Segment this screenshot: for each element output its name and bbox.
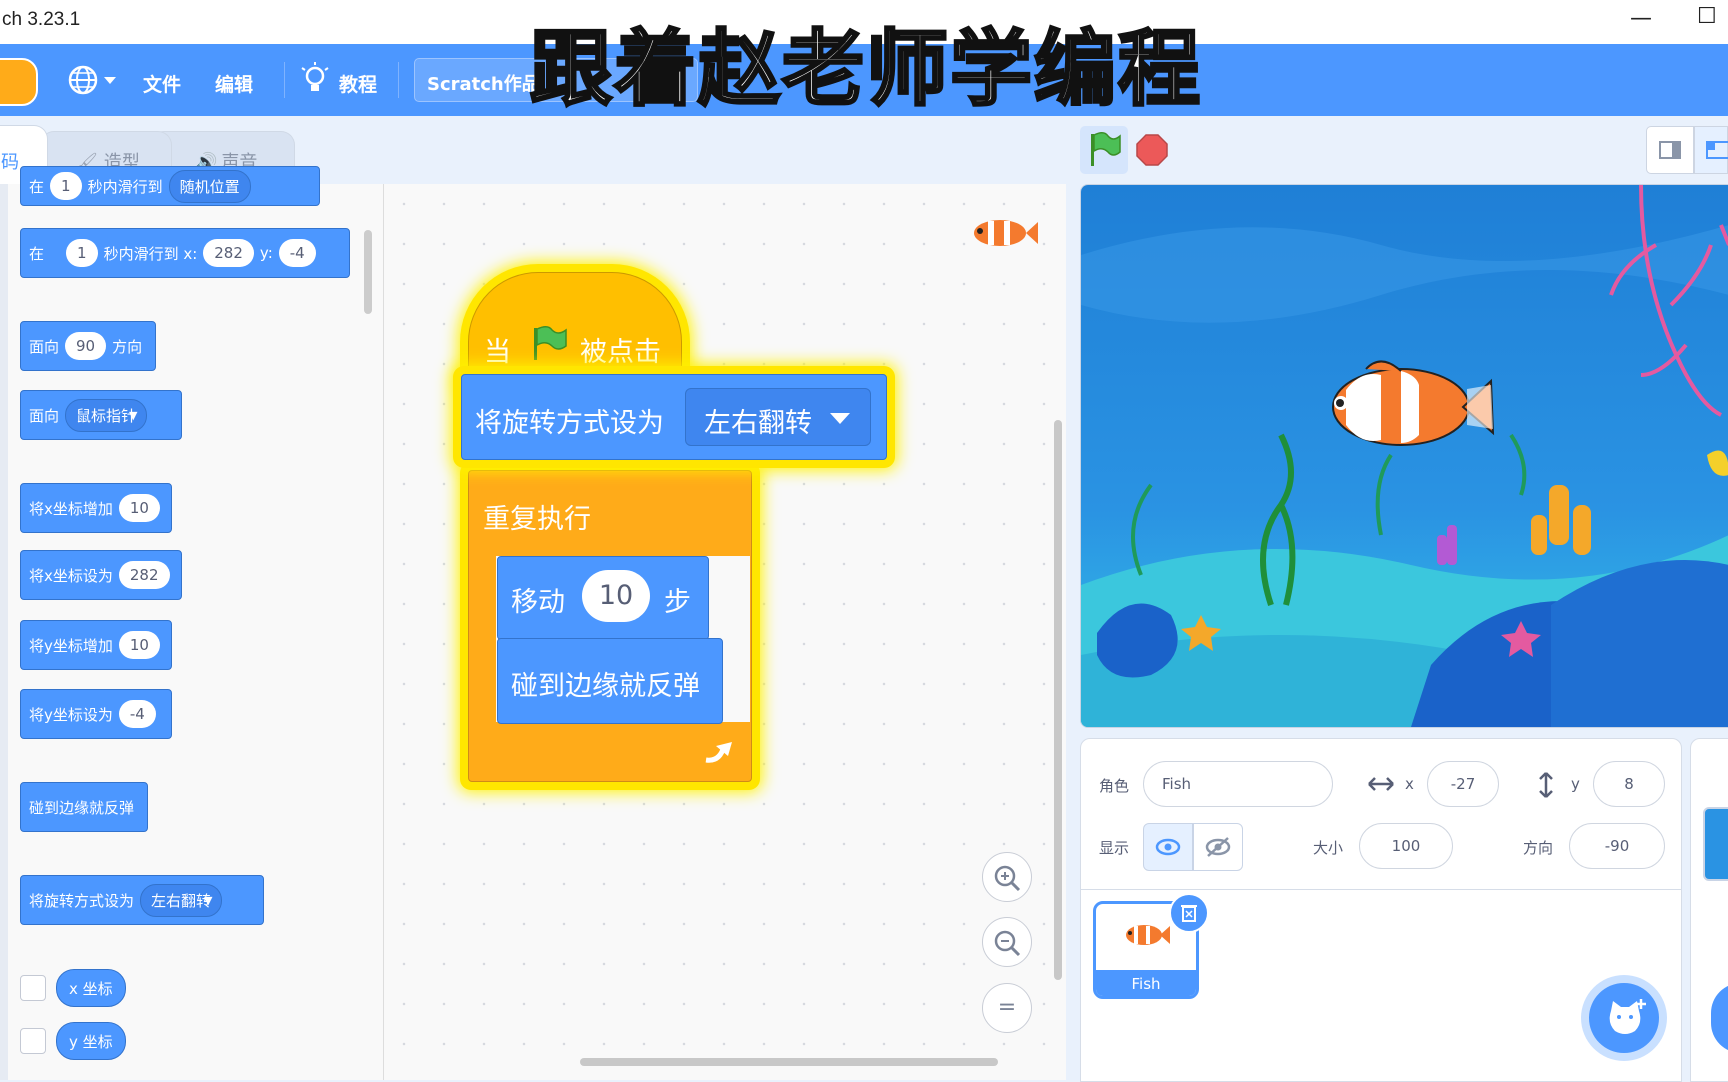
direction-label: 方向	[1523, 839, 1554, 857]
minimize-icon[interactable]: —	[1630, 6, 1652, 31]
reporter-y-position[interactable]: y 坐标	[56, 1022, 126, 1060]
block-glide-random[interactable]: 在 1 秒内滑行到 随机位置	[20, 166, 320, 206]
choose-backdrop-button[interactable]	[1711, 983, 1728, 1053]
zoom-in-icon	[994, 865, 1021, 892]
window-title: ch 3.23.1	[2, 9, 81, 30]
block-bounce[interactable]: 碰到边缘就反弹	[20, 782, 148, 832]
stage-backdrop-pane	[1690, 738, 1728, 1082]
move-label: 移动	[511, 587, 565, 618]
rotation-label: 将旋转方式设为	[475, 408, 664, 439]
y-input[interactable]: 8	[1593, 761, 1665, 807]
zoom-out-icon	[994, 930, 1021, 957]
block-set-x[interactable]: 将x坐标设为 282	[20, 550, 182, 600]
small-stage-button[interactable]	[1646, 126, 1694, 174]
green-flag-icon	[1091, 132, 1121, 166]
divider	[398, 62, 399, 98]
large-stage-icon	[1706, 141, 1728, 159]
zoom-in-button[interactable]	[982, 852, 1032, 902]
delete-sprite-button[interactable]	[1169, 893, 1209, 933]
steps-label: 步	[664, 587, 691, 618]
reporter-x-position[interactable]: x 坐标	[56, 969, 126, 1007]
eye-slash-icon	[1205, 837, 1231, 857]
tutorials-icon[interactable]	[300, 62, 330, 100]
globe-icon	[68, 65, 116, 95]
loop-arrow-icon	[705, 742, 732, 763]
menu-tutorials[interactable]: 教程	[339, 70, 377, 97]
green-flag-icon	[534, 326, 567, 360]
green-flag-button[interactable]	[1080, 126, 1128, 174]
direction-input[interactable]: -90	[1569, 823, 1665, 869]
block-set-y[interactable]: 将y坐标设为 -4	[20, 689, 172, 739]
stage-canvas[interactable]	[1080, 184, 1728, 728]
forever-label: 重复执行	[483, 504, 591, 535]
bounce-label: 碰到边缘就反弹	[511, 671, 700, 702]
sprite-name-input[interactable]: Fish	[1143, 761, 1333, 807]
zoom-reset-button[interactable]: =	[982, 983, 1032, 1033]
show-label: 显示	[1099, 839, 1130, 857]
zoom-out-button[interactable]	[982, 917, 1032, 967]
sprite-tile-name: Fish	[1096, 970, 1196, 996]
rotation-style-dropdown[interactable]: 左右翻转	[685, 388, 871, 446]
underwater-backdrop	[1081, 185, 1728, 727]
workspace-vertical-scrollbar[interactable]	[1054, 420, 1062, 980]
hat-clicked-label: 被点击	[580, 337, 661, 368]
show-sprite-button[interactable]	[1143, 823, 1193, 871]
backdrop-thumbnail[interactable]	[1703, 807, 1728, 881]
stop-button[interactable]	[1136, 134, 1168, 166]
size-label: 大小	[1313, 839, 1344, 857]
hat-when-label: 当	[484, 337, 511, 368]
large-stage-button[interactable]	[1694, 126, 1728, 174]
category-strip	[0, 184, 8, 1080]
sprite-name-label: 角色	[1099, 777, 1130, 795]
language-menu[interactable]	[68, 64, 124, 100]
block-set-rotation-style[interactable]: 将旋转方式设为 左右翻转 ▼	[20, 875, 264, 925]
horizontal-arrows-icon	[1368, 777, 1394, 791]
eye-icon	[1155, 838, 1181, 856]
block-glide-xy[interactable]: 在 1 秒内滑行到 x: 282 y: -4	[20, 228, 350, 278]
caret-down-icon: ▼	[129, 408, 138, 422]
workspace-horizontal-scrollbar[interactable]	[580, 1058, 998, 1066]
fish-thumbnail	[1126, 925, 1170, 945]
scratch-logo[interactable]	[0, 58, 38, 106]
block-change-x[interactable]: 将x坐标增加 10	[20, 483, 172, 533]
block-point-in-direction[interactable]: 面向 90 方向	[20, 321, 156, 371]
cat-add-icon	[1609, 999, 1646, 1034]
caret-down-icon: ▼	[204, 893, 213, 907]
palette-scrollbar[interactable]	[364, 230, 372, 314]
caret-down-icon	[104, 77, 116, 84]
menu-edit[interactable]: 编辑	[215, 70, 253, 97]
block-point-towards[interactable]: 面向 鼠标指针 ▼	[20, 390, 182, 440]
move-steps-input[interactable]: 10	[582, 570, 650, 622]
block-change-y[interactable]: 将y坐标增加 10	[20, 620, 172, 670]
vertical-arrows-icon	[1539, 772, 1553, 798]
video-caption-overlay: 跟着赵老师学编程	[528, 21, 1203, 119]
divider	[284, 62, 285, 98]
x-label: x	[1405, 775, 1414, 793]
choose-sprite-button[interactable]	[1589, 983, 1659, 1053]
caret-down-icon	[830, 413, 850, 424]
menu-file[interactable]: 文件	[143, 70, 181, 97]
trash-icon	[1181, 905, 1197, 922]
small-stage-icon	[1659, 141, 1681, 159]
hide-sprite-button[interactable]	[1193, 823, 1243, 871]
x-position-checkbox[interactable]	[20, 975, 46, 1001]
y-position-checkbox[interactable]	[20, 1028, 46, 1054]
x-input[interactable]: -27	[1427, 761, 1499, 807]
sprite-pane: 角色 Fish x -27 y 8 显示 大小 100 方向 -90 Fish	[1080, 738, 1682, 1082]
y-label: y	[1571, 775, 1580, 793]
sprite-info-panel: 角色 Fish x -27 y 8 显示 大小 100 方向 -90	[1081, 739, 1681, 890]
maximize-icon[interactable]: ☐	[1697, 4, 1717, 29]
size-input[interactable]: 100	[1359, 823, 1453, 869]
sprite-corner-thumbnail	[974, 220, 1038, 246]
